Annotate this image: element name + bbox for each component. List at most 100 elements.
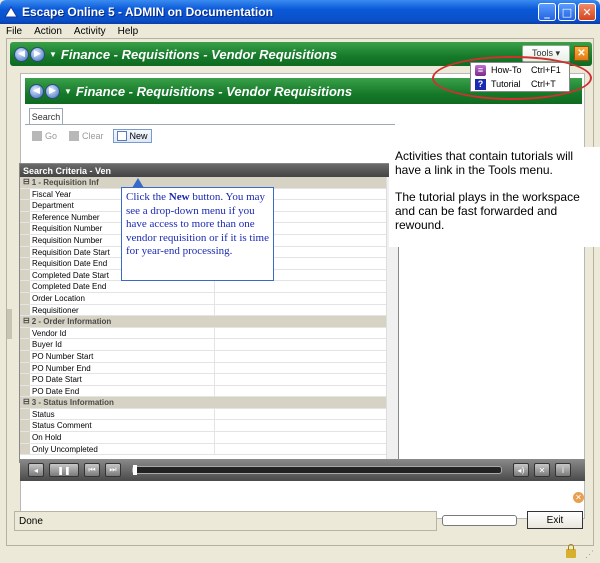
grid-row-value[interactable] — [215, 363, 398, 374]
collapse-toggle-icon[interactable]: ⊟ — [20, 397, 30, 408]
grid-row-value[interactable] — [215, 328, 398, 339]
grid-row-label: PO Number Start — [30, 350, 215, 362]
new-button[interactable]: New — [112, 129, 152, 143]
resize-grip-icon[interactable]: ⋰ — [585, 549, 595, 559]
progress-track[interactable] — [132, 465, 502, 475]
menu-file[interactable]: File — [6, 26, 22, 37]
row-gutter — [20, 362, 30, 374]
lock-icon — [566, 544, 576, 558]
grid-row-value[interactable] — [215, 374, 398, 385]
row-gutter — [20, 234, 30, 246]
grid-row-label: PO Number End — [30, 362, 215, 374]
row-gutter — [20, 269, 30, 281]
grid-row-label: Status — [30, 408, 215, 420]
progress-knob[interactable] — [133, 465, 137, 475]
row-gutter — [20, 327, 30, 339]
chevron-down-icon[interactable]: ▼ — [64, 87, 72, 96]
grid-row[interactable]: Vendor Id — [20, 327, 398, 340]
grid-row[interactable]: PO Date Start — [20, 374, 398, 386]
maximize-button[interactable]: □ — [558, 3, 576, 21]
grid-row-value[interactable] — [215, 409, 398, 420]
volume-button[interactable]: ◂) — [513, 463, 529, 477]
grid-row-label: Only Uncompleted — [30, 443, 215, 455]
outer-breadcrumb-title: Finance - Requisitions - Vendor Requisit… — [60, 46, 338, 62]
row-gutter — [20, 304, 30, 316]
grid-row[interactable]: PO Date End — [20, 385, 398, 398]
exit-tutorial-icon[interactable]: ◂ — [28, 463, 44, 477]
side-collapse-handle[interactable] — [7, 309, 12, 339]
grid-row[interactable]: PO Number Start — [20, 350, 398, 363]
close-circle-icon[interactable]: ✕ — [573, 492, 584, 503]
grid-row-value[interactable] — [215, 432, 398, 443]
grid-row[interactable]: Buyer Id — [20, 339, 398, 351]
close-activity-button[interactable]: ✕ — [574, 46, 589, 61]
inner-breadcrumb-title: Finance - Requisitions - Vendor Requisit… — [75, 83, 353, 99]
grid-row[interactable]: On Hold — [20, 432, 398, 444]
collapse-toggle-icon[interactable]: ⊟ — [20, 177, 30, 188]
back-arrow-icon[interactable]: ◀ — [29, 83, 44, 99]
clear-button[interactable]: Clear — [66, 130, 107, 142]
grid-row-value[interactable] — [215, 386, 398, 397]
row-gutter — [20, 374, 30, 385]
fast-forward-button[interactable]: ⏭ — [105, 463, 121, 477]
tutorial-player-bar: ◂ ❚❚ ⏮ ⏭ ◂) ✕ i — [20, 459, 585, 481]
row-gutter — [20, 339, 30, 350]
grid-row-label: Buyer Id — [30, 339, 215, 350]
grid-row[interactable]: Order Location — [20, 292, 398, 305]
eraser-icon — [69, 131, 80, 141]
info-button[interactable]: i — [555, 463, 571, 477]
grid-row[interactable]: Completed Date End — [20, 281, 398, 293]
search-toolbar: Go Clear New — [29, 128, 152, 144]
grid-row-value[interactable] — [215, 351, 398, 362]
grid-row-label: PO Date Start — [30, 374, 215, 385]
highlight-ellipse — [432, 56, 592, 100]
app-logo-icon — [4, 6, 18, 18]
forward-arrow-icon[interactable]: ▶ — [45, 83, 60, 99]
grid-row-label: Vendor Id — [30, 327, 215, 339]
row-gutter — [20, 281, 30, 292]
menu-help[interactable]: Help — [118, 26, 139, 37]
grid-row-label: PO Date End — [30, 385, 215, 397]
grid-section-header[interactable]: ⊟ 2 - Order Information — [20, 316, 398, 328]
menu-action[interactable]: Action — [34, 26, 62, 37]
grid-row[interactable]: Status Comment — [20, 420, 398, 433]
row-gutter — [20, 292, 30, 304]
stop-button[interactable]: ✕ — [534, 463, 550, 477]
close-window-button[interactable]: ✕ — [578, 3, 596, 21]
grid-row-value[interactable] — [215, 420, 398, 431]
minimize-button[interactable]: _ — [538, 3, 556, 21]
grid-section-header[interactable]: ⊟ 3 - Status Information — [20, 397, 398, 409]
forward-arrow-icon[interactable]: ▶ — [30, 46, 45, 62]
grid-row[interactable]: Only Uncompleted — [20, 443, 398, 456]
menu-activity[interactable]: Activity — [74, 26, 106, 37]
grid-row-value[interactable] — [215, 339, 398, 350]
row-gutter — [20, 211, 30, 223]
go-button[interactable]: Go — [29, 130, 60, 142]
grid-row-value[interactable] — [215, 293, 398, 304]
tab-search[interactable]: Search — [29, 108, 63, 125]
row-gutter — [20, 443, 30, 455]
row-gutter — [20, 200, 30, 211]
status-bar: Done — [14, 511, 437, 531]
rewind-button[interactable]: ⏮ — [84, 463, 100, 477]
grid-row-value[interactable] — [215, 281, 398, 292]
exit-button[interactable]: Exit — [527, 511, 583, 529]
grid-row[interactable]: Status — [20, 408, 398, 421]
window-title: Escape Online 5 - ADMIN on Documentation — [22, 5, 273, 19]
note-paragraph-1: Activities that contain tutorials will h… — [395, 149, 574, 177]
grid-row-value[interactable] — [215, 444, 398, 455]
row-gutter — [20, 432, 30, 443]
pause-button[interactable]: ❚❚ — [49, 463, 79, 477]
grid-row[interactable]: Requisitioner — [20, 304, 398, 317]
grid-row-label: Completed Date End — [30, 281, 215, 292]
row-gutter — [20, 188, 30, 200]
back-arrow-icon[interactable]: ◀ — [14, 46, 29, 62]
progress-indicator — [442, 515, 517, 526]
grid-row-value[interactable] — [215, 305, 398, 316]
tab-strip: Search — [25, 108, 395, 126]
collapse-toggle-icon[interactable]: ⊟ — [20, 316, 30, 327]
grid-row[interactable]: PO Number End — [20, 362, 398, 375]
chevron-down-icon[interactable]: ▼ — [49, 50, 57, 59]
outer-workspace: ◀ ▶ ▼ Finance - Requisitions - Vendor Re… — [6, 38, 600, 546]
row-gutter — [20, 246, 30, 258]
